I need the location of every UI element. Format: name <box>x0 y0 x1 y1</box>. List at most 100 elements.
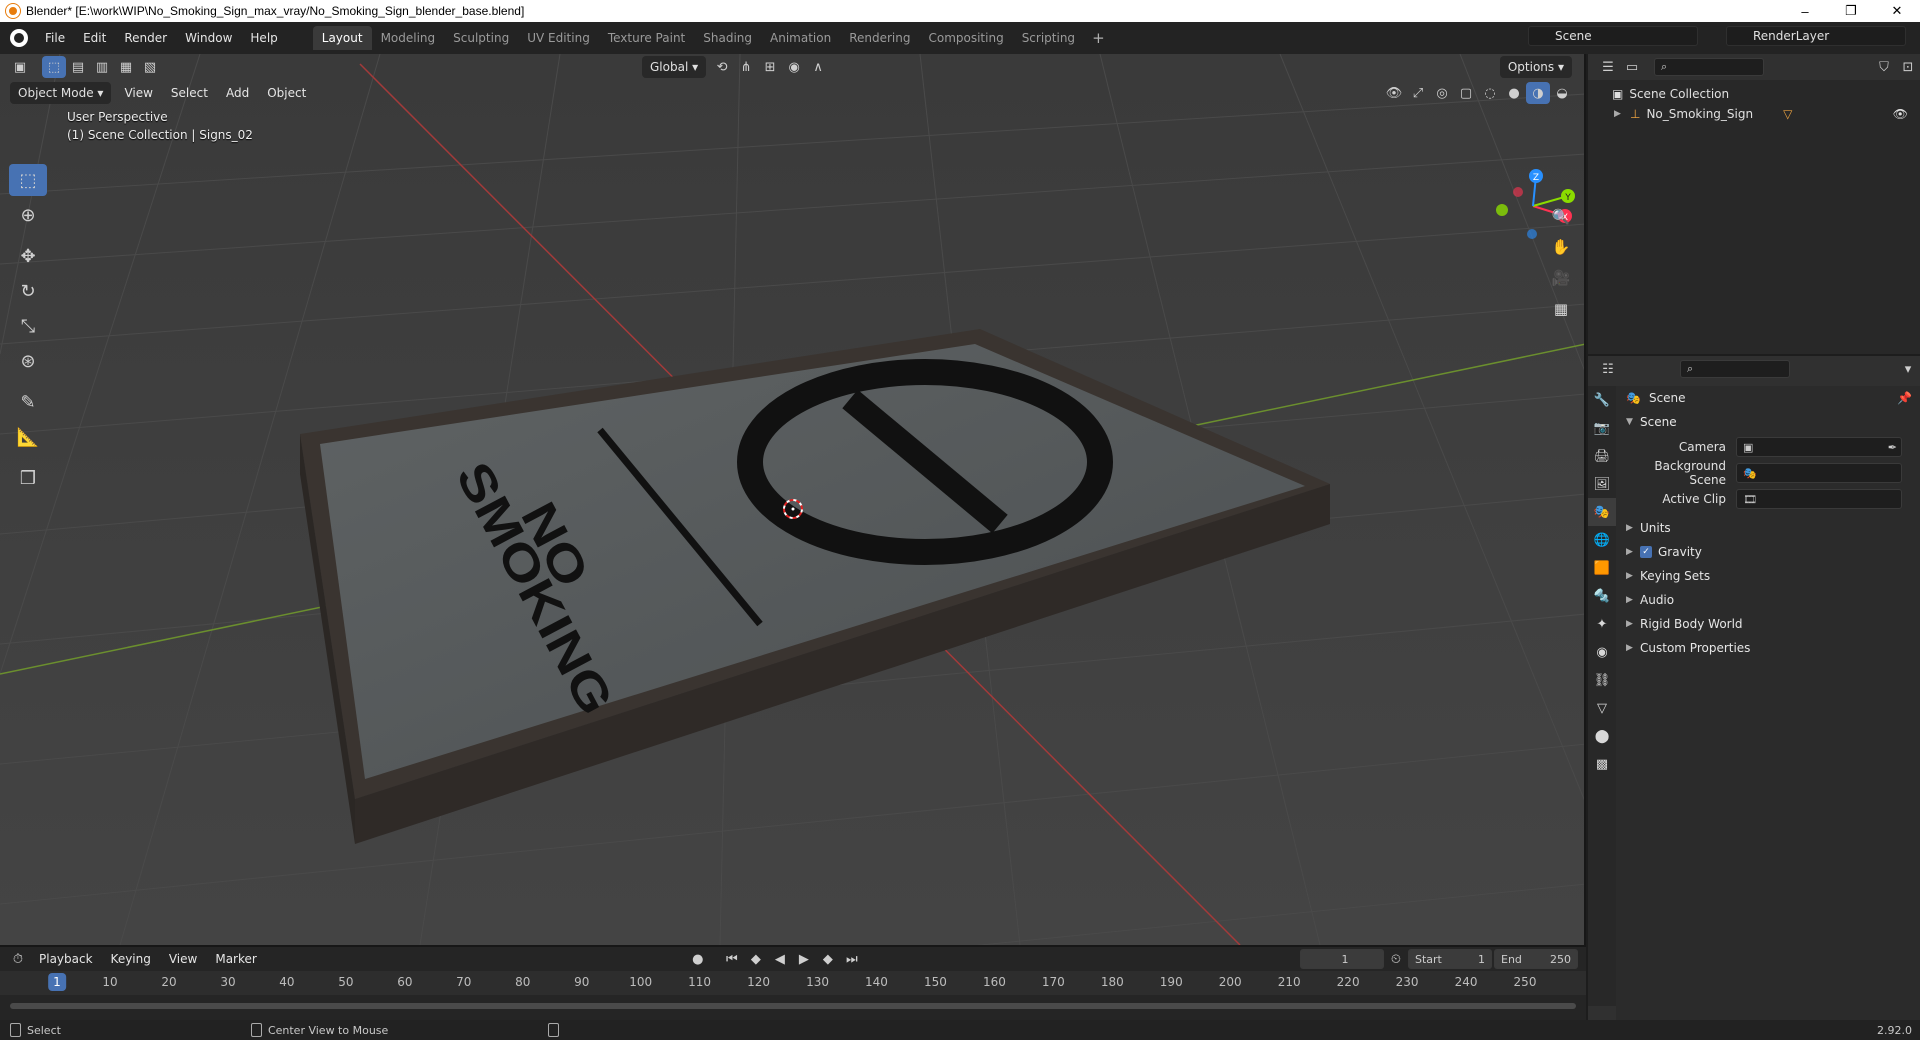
start-frame-field[interactable]: Start 1 <box>1408 949 1492 969</box>
menu-keying[interactable]: Keying <box>102 948 160 970</box>
select-tool-icon[interactable]: ⬚ <box>9 164 47 196</box>
editor-type-icon[interactable]: ▣ <box>8 56 32 78</box>
options-dropdown[interactable]: Options ▾ <box>1499 56 1572 78</box>
object-tab-icon[interactable]: 🟧 <box>1588 554 1616 582</box>
end-frame-field[interactable]: End 250 <box>1494 949 1578 969</box>
output-tab-icon[interactable]: 🖨 <box>1588 442 1616 470</box>
visibility-eye-icon[interactable]: 👁 <box>1893 107 1908 121</box>
solid-shading-icon[interactable]: ● <box>1502 82 1526 104</box>
menu-playback[interactable]: Playback <box>30 948 102 970</box>
panel-custom-properties[interactable]: ▶ Custom Properties <box>1616 636 1920 660</box>
select-mode-subtract-icon[interactable]: ▦ <box>114 56 138 78</box>
display-mode-icon[interactable]: ▭ <box>1620 56 1644 78</box>
timeline-ruler[interactable]: 1102030405060708090100110120130140150160… <box>0 971 1586 995</box>
material-shading-icon[interactable]: ◑ <box>1526 82 1550 104</box>
menu-view[interactable]: View <box>115 82 161 104</box>
menu-select[interactable]: Select <box>162 82 217 104</box>
falloff-icon[interactable]: ∧ <box>806 56 830 78</box>
tab-texture-paint[interactable]: Texture Paint <box>599 26 694 50</box>
render-tab-icon[interactable]: 📷 <box>1588 414 1616 442</box>
properties-editor-icon[interactable]: ☷ <box>1596 358 1620 380</box>
visibility-icon[interactable]: 👁 <box>1382 82 1406 104</box>
panel-keying-sets[interactable]: ▶ Keying Sets <box>1616 564 1920 588</box>
current-frame-field[interactable]: 1 <box>1300 949 1384 969</box>
cursor-tool-icon[interactable]: ⊕ <box>9 199 47 231</box>
outliner-row-no-smoking-sign[interactable]: ▶ ⊥ No_Smoking_Sign ▽ 👁 <box>1588 104 1920 124</box>
panel-rigid-body-world[interactable]: ▶ Rigid Body World <box>1616 612 1920 636</box>
wireframe-shading-icon[interactable]: ◌ <box>1478 82 1502 104</box>
rotate-tool-icon[interactable]: ↻ <box>9 275 47 307</box>
tab-sculpting[interactable]: Sculpting <box>444 26 518 50</box>
outliner-search-input[interactable]: ⌕ <box>1654 58 1764 76</box>
background-scene-field[interactable]: 🎭 <box>1736 463 1902 483</box>
timeline-editor-icon[interactable]: ⏱ <box>6 948 30 970</box>
3d-viewport[interactable]: NO SMOKING ▣ ⬚ ▤ ▥ ▦ ▧ Global ▾ ⟲ ⋔ ⊞ ◉ … <box>0 54 1586 945</box>
menu-edit[interactable]: Edit <box>74 27 115 49</box>
scene-selector[interactable]: Scene <box>1528 26 1698 46</box>
select-mode-new-icon[interactable]: ▤ <box>66 56 90 78</box>
close-button[interactable]: ✕ <box>1874 0 1920 22</box>
tab-animation[interactable]: Animation <box>761 26 840 50</box>
scale-tool-icon[interactable]: ⤡ <box>9 310 47 342</box>
material-tab-icon[interactable]: ⬤ <box>1588 722 1616 750</box>
ortho-toggle-icon[interactable]: ▦ <box>1548 296 1574 322</box>
tab-layout[interactable]: Layout <box>312 26 372 50</box>
menu-render[interactable]: Render <box>115 27 176 49</box>
gizmo-toggle-icon[interactable]: ⤢ <box>1406 82 1430 104</box>
menu-object[interactable]: Object <box>258 82 315 104</box>
camera-view-icon[interactable]: 🎥 <box>1548 265 1574 291</box>
scene-tab-icon[interactable]: 🎭 <box>1588 498 1616 526</box>
transform-orientation-dropdown[interactable]: Global ▾ <box>642 56 707 78</box>
next-keyframe-icon[interactable]: ◆ <box>816 948 840 970</box>
menu-add[interactable]: Add <box>217 82 258 104</box>
outliner-editor-icon[interactable]: ☰ <box>1596 56 1620 78</box>
pivot-point-icon[interactable]: ⟲ <box>710 56 734 78</box>
jump-start-icon[interactable]: ⏮ <box>720 948 744 970</box>
menu-help[interactable]: Help <box>241 27 286 49</box>
playhead-indicator[interactable]: 1 <box>48 973 66 991</box>
gravity-checkbox[interactable]: ✓ <box>1640 546 1652 558</box>
modifier-tab-icon[interactable]: 🔩 <box>1588 582 1616 610</box>
tab-rendering[interactable]: Rendering <box>840 26 919 50</box>
transform-tool-icon[interactable]: ⊛ <box>9 345 47 377</box>
overlay-toggle-icon[interactable]: ◎ <box>1430 82 1454 104</box>
record-icon[interactable]: ● <box>686 948 710 970</box>
tab-uv-editing[interactable]: UV Editing <box>518 26 599 50</box>
select-mode-intersect-icon[interactable]: ▧ <box>138 56 162 78</box>
proportional-edit-icon[interactable]: ◉ <box>782 56 806 78</box>
eyedropper-icon[interactable]: ✒ <box>1888 441 1897 454</box>
jump-end-icon[interactable]: ⏭ <box>840 948 864 970</box>
camera-field[interactable]: ▣ ✒ <box>1736 437 1902 457</box>
select-box-tool-icon[interactable]: ⬚ <box>42 56 66 78</box>
menu-marker[interactable]: Marker <box>206 948 265 970</box>
active-clip-field[interactable]: 🎞 <box>1736 489 1902 509</box>
properties-options-icon[interactable]: ▾ <box>1896 358 1920 380</box>
annotate-tool-icon[interactable]: ✎ <box>9 386 47 418</box>
physics-tab-icon[interactable]: ◉ <box>1588 638 1616 666</box>
blender-menu-icon[interactable] <box>10 29 28 47</box>
maximize-button[interactable]: ❐ <box>1828 0 1874 22</box>
play-reverse-icon[interactable]: ◀ <box>768 948 792 970</box>
panel-audio[interactable]: ▶ Audio <box>1616 588 1920 612</box>
add-workspace-icon[interactable]: + <box>1084 29 1113 47</box>
menu-file[interactable]: File <box>36 27 74 49</box>
prev-keyframe-icon[interactable]: ◆ <box>744 948 768 970</box>
pin-icon[interactable]: 📌 <box>1897 391 1912 405</box>
constraints-tab-icon[interactable]: ⛓ <box>1588 666 1616 694</box>
view-layer-tab-icon[interactable]: 🖼 <box>1588 470 1616 498</box>
properties-search-input[interactable]: ⌕ <box>1680 360 1790 378</box>
menu-window[interactable]: Window <box>176 27 241 49</box>
tab-compositing[interactable]: Compositing <box>919 26 1012 50</box>
menu-timeline-view[interactable]: View <box>160 948 206 970</box>
panel-units[interactable]: ▶ Units <box>1616 516 1920 540</box>
play-icon[interactable]: ▶ <box>792 948 816 970</box>
tab-shading[interactable]: Shading <box>694 26 761 50</box>
new-collection-icon[interactable]: ⊡ <box>1896 56 1920 78</box>
measure-tool-icon[interactable]: 📐 <box>9 421 47 453</box>
select-mode-extend-icon[interactable]: ▥ <box>90 56 114 78</box>
tool-tab-icon[interactable]: 🔧 <box>1588 386 1616 414</box>
rendered-shading-icon[interactable]: ◒ <box>1550 82 1574 104</box>
filter-icon[interactable]: ⛉ <box>1872 56 1896 78</box>
panel-gravity[interactable]: ▶ ✓ Gravity <box>1616 540 1920 564</box>
expand-arrow-icon[interactable]: ▶ <box>1614 109 1630 119</box>
